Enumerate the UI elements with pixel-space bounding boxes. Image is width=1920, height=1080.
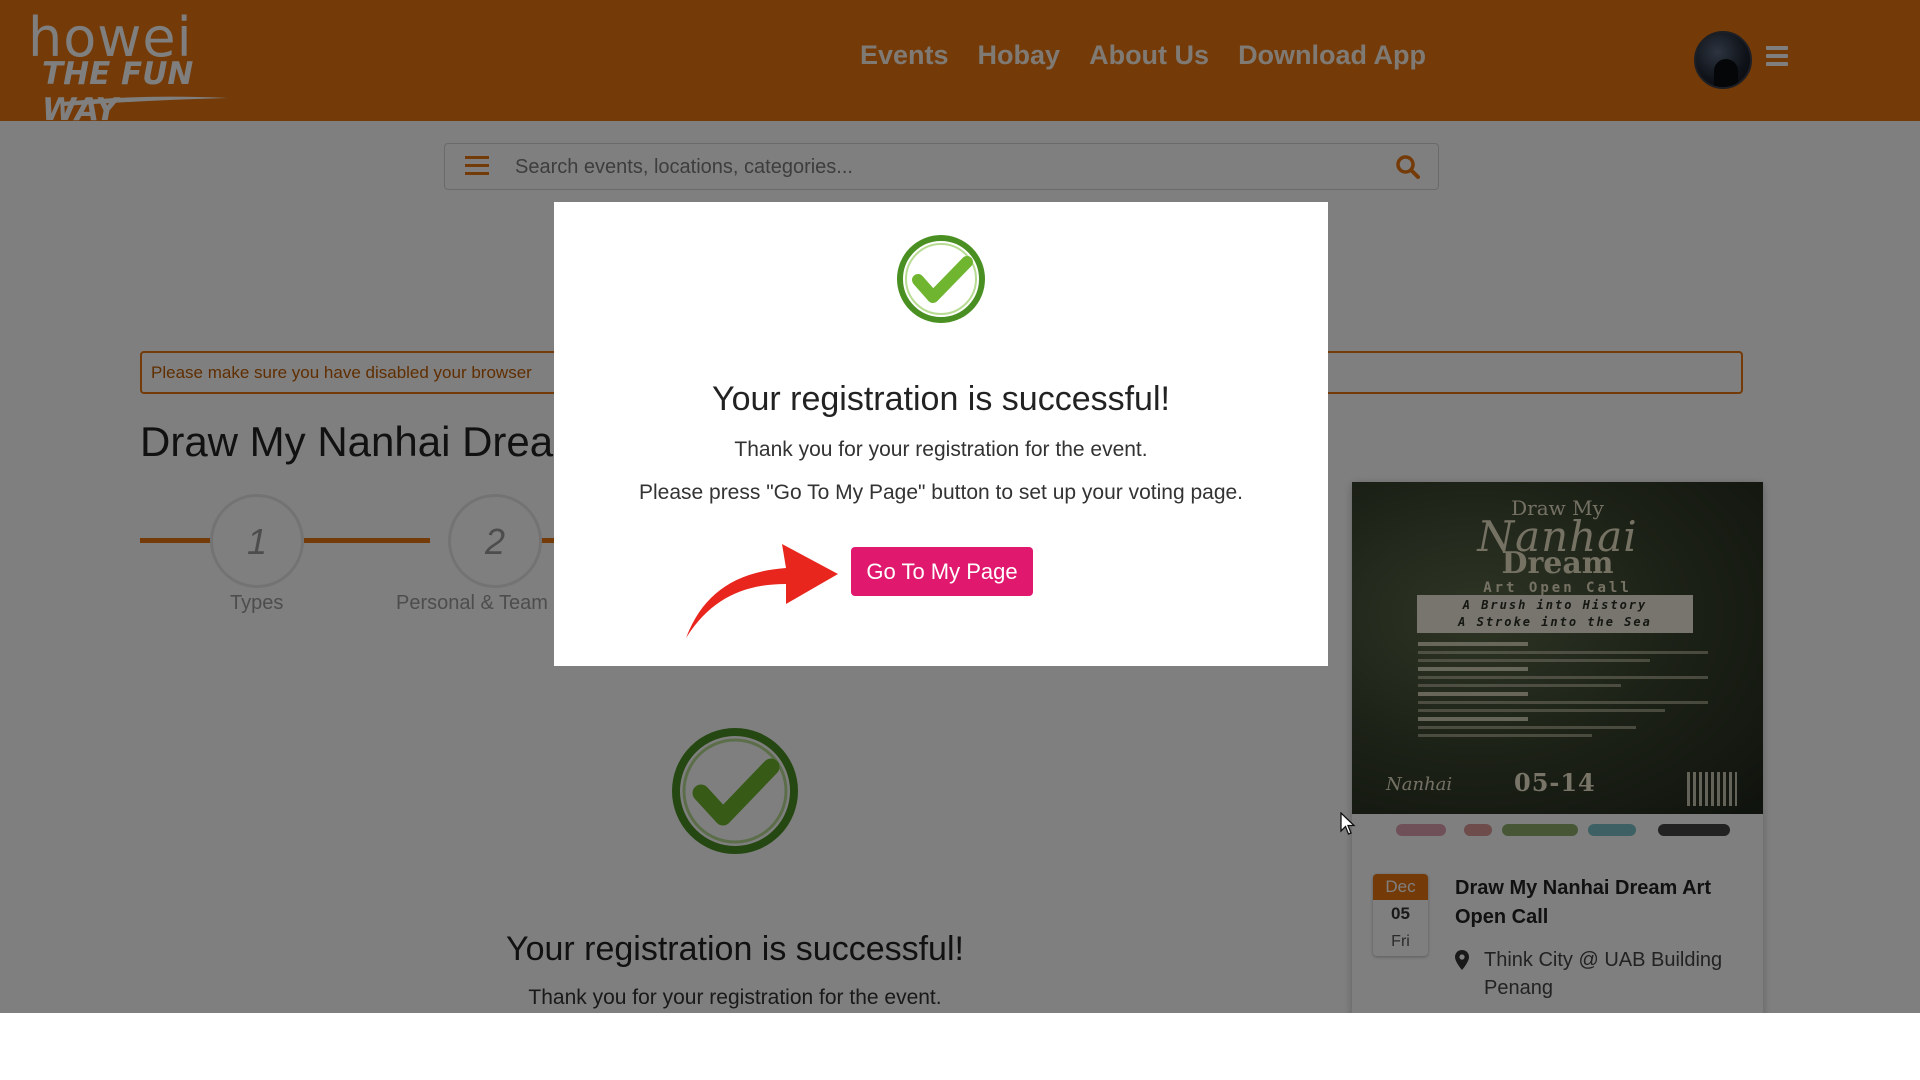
screen: howei THE FUN WAY Events Hobay About Us … xyxy=(0,0,1920,1013)
registration-success-modal: Your registration is successful! Thank y… xyxy=(554,202,1328,666)
modal-subtitle: Thank you for your registration for the … xyxy=(734,438,1148,461)
modal-instruction: Please press "Go To My Page" button to s… xyxy=(638,481,1244,504)
success-check-icon xyxy=(897,235,985,323)
mouse-cursor-icon xyxy=(1340,812,1356,835)
go-to-my-page-button[interactable]: Go To My Page xyxy=(851,547,1033,596)
modal-title: Your registration is successful! xyxy=(712,380,1170,418)
red-arrow-icon xyxy=(686,544,838,638)
